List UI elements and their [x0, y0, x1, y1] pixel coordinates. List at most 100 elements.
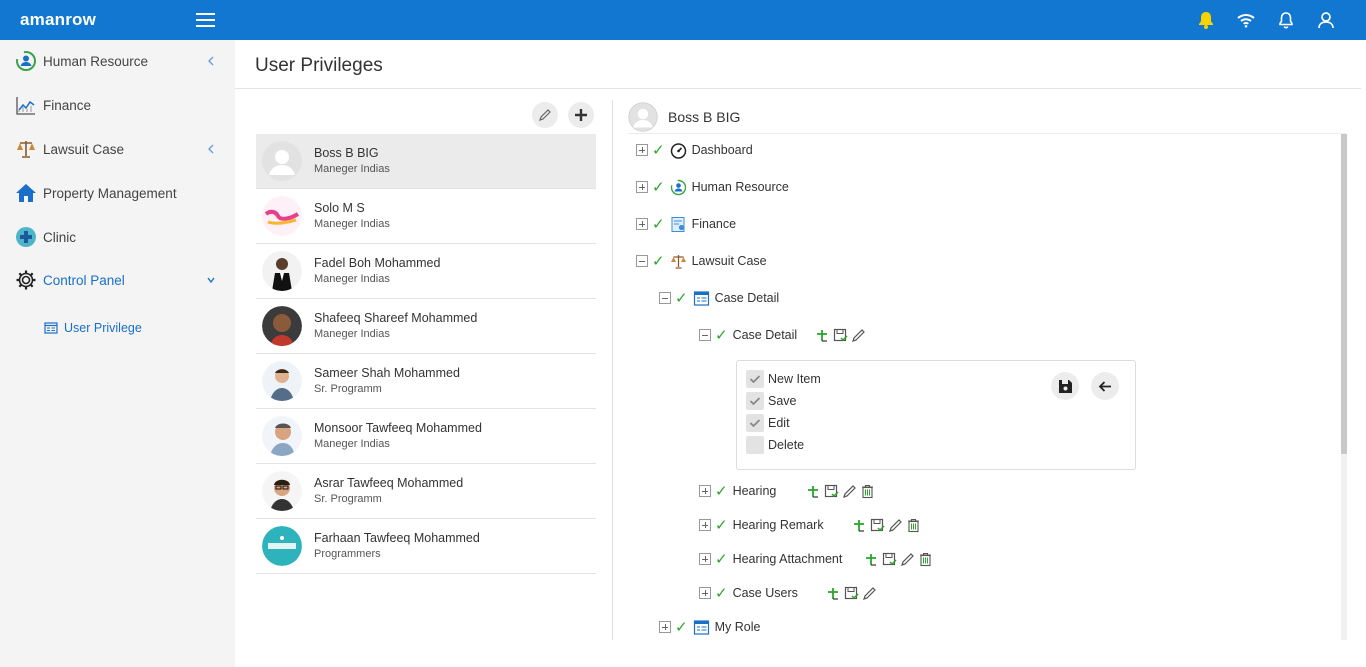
save-icon[interactable] — [870, 518, 885, 533]
save-icon[interactable] — [824, 484, 839, 499]
checkbox-checked[interactable] — [746, 392, 764, 410]
expand-icon[interactable] — [699, 587, 711, 599]
edit-user-button[interactable] — [532, 102, 558, 128]
save-permissions-button[interactable] — [1051, 372, 1079, 400]
human-resource-icon — [14, 49, 38, 73]
sidebar-item-lawsuit-case[interactable]: Lawsuit Case — [14, 135, 224, 163]
tree-scrollbar[interactable] — [1341, 134, 1347, 640]
permission-delete[interactable]: Delete — [746, 436, 804, 454]
sidebar-item-label: Property Management — [43, 185, 177, 201]
user-list-item[interactable]: Sameer Shah Mohammed Sr. Programm — [256, 354, 596, 409]
user-list-item[interactable]: Farhaan Tawfeeq Mohammed Programmers — [256, 519, 596, 574]
checkbox-unchecked[interactable] — [746, 436, 764, 454]
sidebar-subitem-user-privilege[interactable]: User Privilege — [44, 320, 142, 336]
arrow-left-icon — [1098, 380, 1111, 392]
add-item-icon[interactable] — [864, 552, 879, 567]
tree-node-label: Finance — [691, 217, 737, 231]
collapse-icon[interactable] — [659, 292, 671, 304]
window-list-icon — [693, 619, 709, 635]
sidebar-item-property-management[interactable]: Property Management — [14, 179, 224, 207]
tree-node-finance[interactable]: ✓ Finance — [636, 215, 736, 233]
tree-node-label: My Role — [714, 620, 761, 634]
collapse-icon[interactable] — [636, 255, 648, 267]
sidebar-item-control-panel[interactable]: Control Panel — [14, 266, 224, 294]
permission-label: Edit — [768, 416, 790, 430]
user-role: Maneger Indias — [314, 163, 390, 175]
chevron-left-icon — [208, 144, 214, 154]
user-name: Monsoor Tawfeeq Mohammed — [314, 421, 482, 435]
sidebar-item-finance[interactable]: Finance — [14, 91, 224, 119]
selected-user-header: Boss B BIG — [628, 100, 1346, 134]
chevron-down-icon — [207, 277, 215, 284]
tree-node-label: Dashboard — [691, 143, 753, 157]
pencil-icon[interactable] — [851, 328, 866, 343]
tree-node-my-role[interactable]: ✓ My Role — [659, 618, 760, 636]
save-icon[interactable] — [844, 586, 859, 601]
bell-icon[interactable] — [1276, 10, 1296, 30]
user-list-item[interactable]: Shafeeq Shareef Mohammed Maneger Indias — [256, 299, 596, 354]
collapse-icon[interactable] — [699, 329, 711, 341]
user-list-item[interactable]: Asrar Tawfeeq Mohammed Sr. Programm — [256, 464, 596, 519]
expand-icon[interactable] — [699, 485, 711, 497]
tree-node-case-detail-group[interactable]: ✓ Case Detail — [659, 289, 779, 307]
expand-icon[interactable] — [636, 218, 648, 230]
permission-save[interactable]: Save — [746, 392, 797, 410]
tree-node-dashboard[interactable]: ✓ Dashboard — [636, 141, 753, 159]
expand-icon[interactable] — [659, 621, 671, 633]
user-role: Sr. Programm — [314, 493, 382, 505]
tree-node-hearing-attachment[interactable]: ✓ Hearing Attachment — [699, 550, 933, 568]
add-item-icon[interactable] — [826, 586, 841, 601]
user-list-item[interactable]: Monsoor Tawfeeq Mohammed Maneger Indias — [256, 409, 596, 464]
trash-icon[interactable] — [906, 518, 921, 533]
add-item-icon[interactable] — [815, 328, 830, 343]
save-icon[interactable] — [833, 328, 848, 343]
pencil-icon[interactable] — [862, 586, 877, 601]
tree-node-human-resource[interactable]: ✓ Human Resource — [636, 178, 789, 196]
app-logo[interactable]: amanrow — [20, 10, 96, 30]
pencil-icon[interactable] — [888, 518, 903, 533]
tree-node-hearing[interactable]: ✓ Hearing — [699, 482, 875, 500]
expand-icon[interactable] — [699, 553, 711, 565]
avatar — [262, 416, 302, 456]
checkbox-checked[interactable] — [746, 414, 764, 432]
expand-icon[interactable] — [636, 144, 648, 156]
user-list-item[interactable]: Boss B BIG Maneger Indias — [256, 134, 596, 189]
sidebar-item-human-resource[interactable]: Human Resource — [14, 47, 224, 75]
pencil-icon[interactable] — [842, 484, 857, 499]
expand-icon[interactable] — [699, 519, 711, 531]
tree-node-lawsuit-case[interactable]: ✓ Lawsuit Case — [636, 252, 767, 270]
user-name: Shafeeq Shareef Mohammed — [314, 311, 478, 325]
notification-alert-icon[interactable] — [1196, 10, 1216, 30]
check-icon: ✓ — [715, 483, 728, 500]
add-item-icon[interactable] — [852, 518, 867, 533]
scrollbar-thumb[interactable] — [1341, 134, 1347, 454]
save-icon[interactable] — [882, 552, 897, 567]
user-name: Sameer Shah Mohammed — [314, 366, 460, 380]
scales-of-justice-icon — [14, 137, 38, 161]
add-item-icon[interactable] — [806, 484, 821, 499]
trash-icon[interactable] — [918, 552, 933, 567]
main-content: User Privileges Boss B BIG Maneger Indias… — [235, 40, 1366, 667]
tree-node-case-detail[interactable]: ✓ Case Detail — [699, 326, 866, 344]
user-list-item[interactable]: Solo M S Maneger Indias — [256, 189, 596, 244]
user-list-item[interactable]: Fadel Boh Mohammed Maneger Indias — [256, 244, 596, 299]
user-role: Maneger Indias — [314, 273, 390, 285]
pencil-icon[interactable] — [900, 552, 915, 567]
add-user-button[interactable] — [568, 102, 594, 128]
sidebar-item-clinic[interactable]: Clinic — [14, 223, 224, 251]
wifi-icon[interactable] — [1236, 10, 1256, 30]
tree-node-case-users[interactable]: ✓ Case Users — [699, 584, 877, 602]
user-profile-icon[interactable] — [1316, 10, 1336, 30]
permission-new-item[interactable]: New Item — [746, 370, 821, 388]
expand-icon[interactable] — [636, 181, 648, 193]
back-button[interactable] — [1091, 372, 1119, 400]
check-icon: ✓ — [652, 253, 665, 270]
menu-toggle-icon[interactable] — [196, 13, 215, 27]
checkbox-checked[interactable] — [746, 370, 764, 388]
check-icon: ✓ — [715, 517, 728, 534]
permission-label: New Item — [768, 372, 821, 386]
tree-node-hearing-remark[interactable]: ✓ Hearing Remark — [699, 516, 921, 534]
user-role: Maneger Indias — [314, 328, 390, 340]
permission-edit[interactable]: Edit — [746, 414, 790, 432]
trash-icon[interactable] — [860, 484, 875, 499]
